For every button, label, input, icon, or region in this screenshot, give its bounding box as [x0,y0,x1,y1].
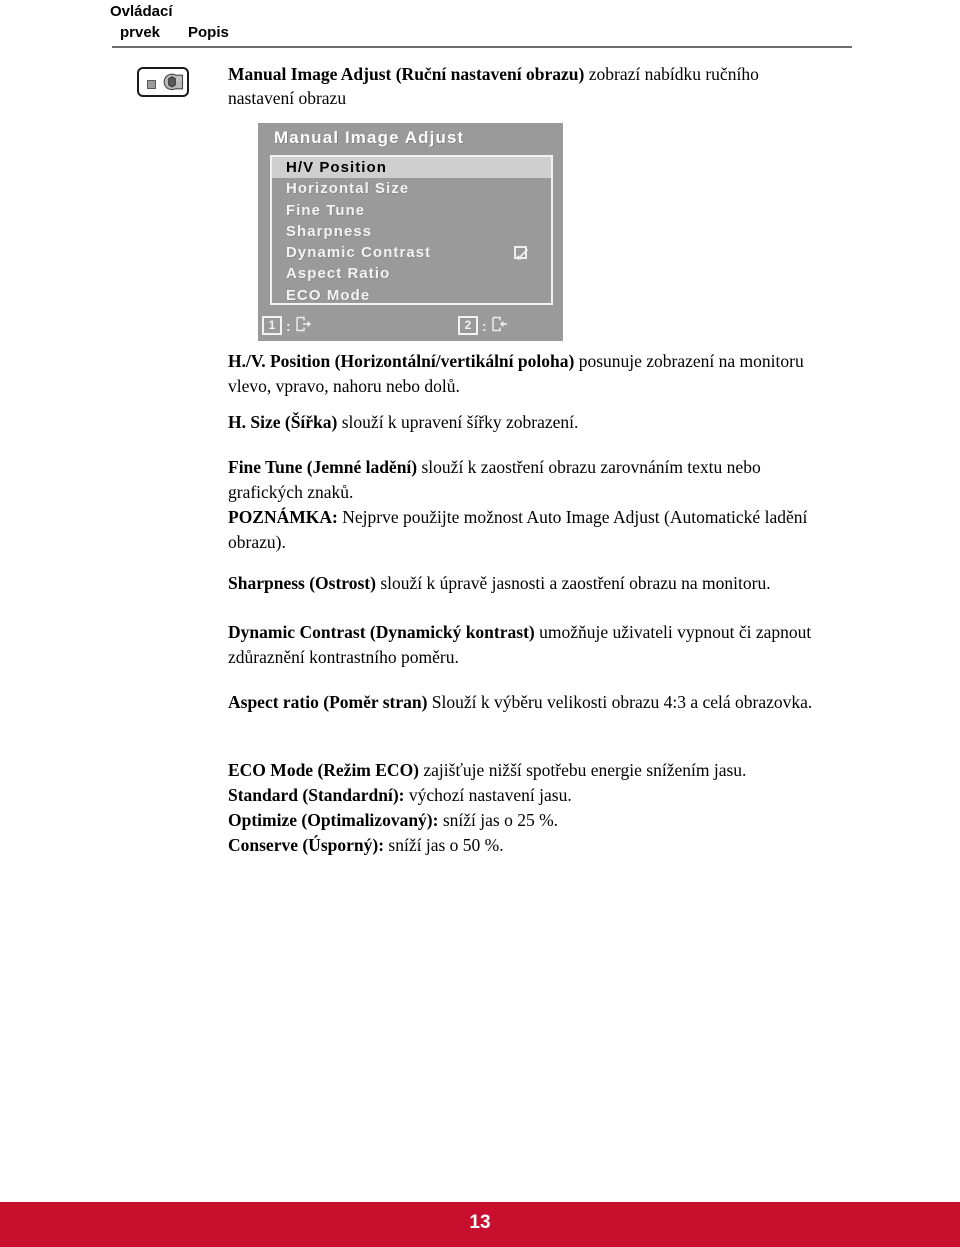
osd-footer-bar: 1 : 2 : [258,315,563,337]
paragraph-eco-mode-text: zajišťuje nižší spotřebu energie snížení… [419,760,747,780]
osd-item-label: Fine Tune [286,201,366,219]
osd-item-label: H/V Position [286,159,387,176]
osd-item-eco-mode[interactable]: ECO Mode [272,285,551,306]
paragraph-sharpness-term: Sharpness (Ostrost) [228,573,376,593]
paragraph-aspect-ratio-text: Slouží k výběru velikosti obrazu 4:3 a c… [427,692,813,712]
paragraph-eco-mode: ECO Mode (Režim ECO) zajišťuje nižší spo… [228,758,828,858]
paragraph-dynamic-contrast: Dynamic Contrast (Dynamický kontrast) um… [228,620,828,670]
column-header-control-line2: prvek [120,24,161,41]
header-divider [112,46,852,48]
osd-title: Manual Image Adjust [274,128,465,147]
paragraph-dynamic-contrast-term: Dynamic Contrast (Dynamický kontrast) [228,622,535,642]
osd-menu-list: H/V Position Horizontal Size Fine Tune S… [270,155,553,305]
exit-right-arrow-icon [295,316,313,335]
wrench-icon [159,72,185,101]
paragraph-eco-conserve-text: sníží jas o 50 %. [384,835,504,855]
osd-key-1-separator: : [286,317,291,334]
osd-item-label: Dynamic Contrast [286,244,432,262]
paragraph-fine-tune: Fine Tune (Jemné ladění) slouží k zaostř… [228,455,828,555]
icon-square-nut [147,80,156,89]
intro-bold: Manual Image Adjust (Ruční nastavení obr… [228,64,585,84]
paragraph-aspect-ratio: Aspect ratio (Poměr stran) Slouží k výbě… [228,690,828,715]
osd-item-label: Aspect Ratio [286,265,391,283]
paragraph-eco-standard-term: Standard (Standardní): [228,785,405,805]
osd-key-2-box: 2 [458,316,478,335]
column-header-description: Popis [188,24,229,41]
paragraph-eco-mode-term: ECO Mode (Režim ECO) [228,760,420,780]
document-page: Ovládací prvek Popis Manual Image Adjust… [0,0,960,1247]
paragraph-h-size-text: slouží k upravení šířky zobrazení. [337,412,579,432]
osd-item-label: Sharpness [286,222,373,240]
paragraph-note-term: POZNÁMKA: [228,507,338,527]
page-number: 13 [469,1212,491,1233]
osd-item-label: ECO Mode [286,286,371,304]
paragraph-eco-standard-text: výchozí nastavení jasu. [404,785,572,805]
paragraph-h-size: H. Size (Šířka) slouží k upravení šířky … [228,410,828,435]
paragraph-sharpness-text: slouží k úpravě jasnosti a zaostření obr… [375,573,771,593]
column-header-control-line1: Ovládací [110,3,173,20]
footer-bar: 13 [0,1202,960,1247]
osd-key-2-separator: : [482,317,487,334]
paragraph-eco-optimize-text: sníží jas o 25 %. [438,810,559,830]
osd-item-aspect-ratio[interactable]: Aspect Ratio [272,263,551,284]
osd-item-dynamic-contrast[interactable]: Dynamic Contrast [272,242,551,263]
osd-key-hint-1: 1 : [262,316,313,335]
osd-item-sharpness[interactable]: Sharpness [272,221,551,242]
paragraph-aspect-ratio-term: Aspect ratio (Poměr stran) [228,692,428,712]
icon-frame [137,67,189,97]
osd-item-label: Horizontal Size [286,180,410,198]
osd-item-hv-position[interactable]: H/V Position [272,157,551,179]
osd-key-hint-2: 2 : [458,316,509,335]
intro-paragraph: Manual Image Adjust (Ruční nastavení obr… [228,62,828,110]
paragraph-eco-optimize-term: Optimize (Optimalizovaný): [228,810,439,830]
paragraph-eco-conserve-term: Conserve (Úsporný): [228,835,385,855]
paragraph-hv-position: H./V. Position (Horizontální/vertikální … [228,349,828,399]
paragraph-h-size-term: H. Size (Šířka) [228,412,338,432]
control-icon-cell [137,67,193,101]
osd-key-1-box: 1 [262,316,282,335]
osd-item-fine-tune[interactable]: Fine Tune [272,200,551,221]
osd-item-horizontal-size[interactable]: Horizontal Size [272,178,551,199]
paragraph-fine-tune-term: Fine Tune (Jemné ladění) [228,457,418,477]
checkbox-checked-icon[interactable] [514,246,529,261]
osd-menu-panel: Manual Image Adjust H/V Position Horizon… [258,123,563,341]
exit-left-arrow-icon [491,316,509,335]
paragraph-sharpness: Sharpness (Ostrost) slouží k úpravě jasn… [228,571,828,596]
paragraph-hv-position-term: H./V. Position (Horizontální/vertikální … [228,351,575,371]
